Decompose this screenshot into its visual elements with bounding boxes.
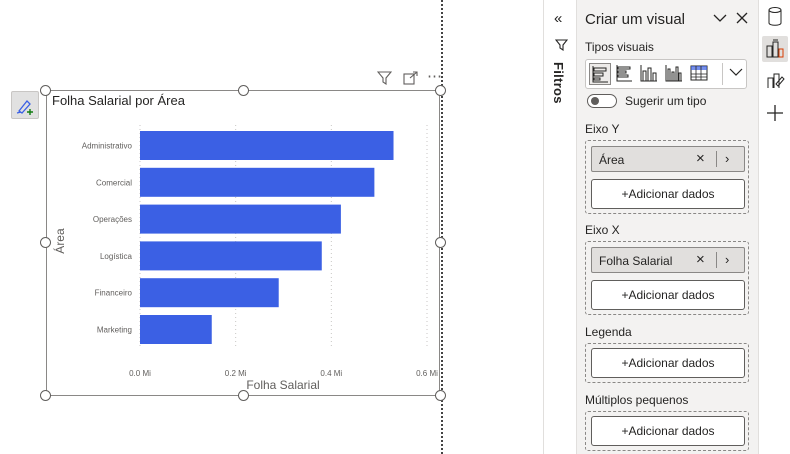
resize-handle-top-left[interactable] — [40, 85, 51, 96]
pane-switcher — [758, 0, 790, 454]
resize-handle-top[interactable] — [238, 85, 249, 96]
filters-label: Filtros — [551, 62, 566, 104]
y-category-label: Marketing — [97, 326, 132, 335]
bar — [140, 278, 279, 308]
format-painter-button[interactable] — [11, 91, 39, 119]
x-tick-label: 0.4 Mi — [320, 369, 342, 378]
pane-title: Criar um visual — [585, 11, 686, 28]
filter-icon — [554, 38, 569, 56]
filter-icon[interactable] — [376, 71, 393, 88]
remove-field-icon[interactable]: × — [696, 251, 705, 268]
close-icon[interactable] — [736, 11, 748, 27]
chevron-right-icon[interactable]: › — [725, 252, 729, 267]
small-multiples-well[interactable]: +Adicionar dados — [585, 411, 749, 451]
legend-well[interactable]: +Adicionar dados — [585, 343, 749, 383]
x-axis-well[interactable]: Folha Salarial × › +Adicionar dados — [585, 241, 749, 315]
x-tick-label: 0.0 Mi — [129, 369, 151, 378]
chart-area: 0.0 Mi 0.2 Mi 0.4 Mi 0.6 Mi Administrativo Co… — [52, 125, 438, 392]
visual-types-label: Tipos visuais — [585, 40, 654, 54]
stacked-bar-chart-icon[interactable] — [589, 63, 611, 85]
build-visual-pane: Criar um visual Tipos visuais Sugerir um… — [577, 0, 758, 454]
x-tick-label: 0.2 Mi — [225, 369, 247, 378]
data-icon[interactable] — [762, 4, 788, 30]
filters-pane-collapsed[interactable]: « Filtros — [543, 0, 577, 454]
bar — [140, 167, 375, 197]
focus-mode-icon[interactable] — [403, 71, 418, 88]
bar — [140, 204, 341, 234]
resize-handle-left[interactable] — [40, 237, 51, 248]
expand-gallery-icon[interactable] — [729, 66, 743, 81]
y-axis-label: Eixo Y — [585, 122, 620, 136]
x-axis-title: Folha Salarial — [246, 378, 319, 392]
remove-field-icon[interactable]: × — [696, 150, 705, 167]
resize-handle-bottom-left[interactable] — [40, 390, 51, 401]
add-icon[interactable] — [762, 100, 788, 126]
visual-header: ⋯ — [359, 68, 442, 89]
resize-handle-bottom[interactable] — [238, 390, 249, 401]
bar-chart-visual[interactable]: ⋯ Folha Salarial por Área 0.0 Mi 0.2 Mi 0.… — [46, 68, 442, 396]
x-axis-label: Eixo X — [585, 223, 620, 237]
report-canvas[interactable]: ⋯ Folha Salarial por Área 0.0 Mi 0.2 Mi 0.… — [0, 0, 543, 454]
stacked-column-chart-icon[interactable] — [639, 63, 661, 85]
legend-add-button[interactable]: +Adicionar dados — [591, 348, 745, 378]
expand-filters-icon[interactable]: « — [554, 10, 562, 27]
more-options-icon[interactable]: ⋯ — [427, 67, 442, 85]
y-category-label: Financeiro — [95, 289, 133, 298]
resize-handle-top-right[interactable] — [435, 85, 446, 96]
y-axis-title: Área — [52, 228, 67, 254]
field-separator — [716, 252, 717, 268]
format-visual-icon[interactable] — [762, 68, 788, 94]
table-icon[interactable] — [689, 63, 711, 85]
small-multiples-add-button[interactable]: +Adicionar dados — [591, 416, 745, 446]
field-separator — [716, 151, 717, 167]
y-axis-field[interactable]: Área × › — [591, 146, 745, 172]
clustered-bar-chart-icon[interactable] — [614, 63, 636, 85]
suggest-type-toggle[interactable] — [587, 94, 617, 108]
bar — [140, 241, 322, 271]
build-visual-icon[interactable] — [762, 36, 788, 62]
brush-add-icon — [16, 100, 33, 115]
x-tick-label: 0.6 Mi — [416, 369, 438, 378]
legend-label: Legenda — [585, 325, 632, 339]
bar — [140, 315, 212, 344]
y-axis-add-button[interactable]: +Adicionar dados — [591, 179, 745, 209]
y-category-label: Logística — [100, 252, 133, 261]
clustered-column-chart-icon[interactable] — [664, 63, 686, 85]
field-name: Folha Salarial — [599, 254, 673, 268]
y-category-label: Administrativo — [82, 142, 133, 151]
y-category-label: Comercial — [96, 178, 132, 187]
gallery-separator — [722, 63, 723, 85]
y-axis-well[interactable]: Área × › +Adicionar dados — [585, 140, 749, 214]
visual-types-gallery — [585, 59, 747, 89]
resize-handle-bottom-right[interactable] — [435, 390, 446, 401]
resize-handle-right[interactable] — [435, 237, 446, 248]
small-multiples-label: Múltiplos pequenos — [585, 393, 689, 407]
field-name: Área — [599, 153, 625, 167]
x-axis-add-button[interactable]: +Adicionar dados — [591, 280, 745, 310]
bar — [140, 131, 394, 160]
x-axis-field[interactable]: Folha Salarial × › — [591, 247, 745, 273]
chevron-right-icon[interactable]: › — [725, 151, 729, 166]
chevron-down-icon[interactable] — [713, 11, 727, 27]
y-category-label: Operações — [93, 215, 132, 224]
suggest-type-label: Sugerir um tipo — [625, 94, 707, 108]
